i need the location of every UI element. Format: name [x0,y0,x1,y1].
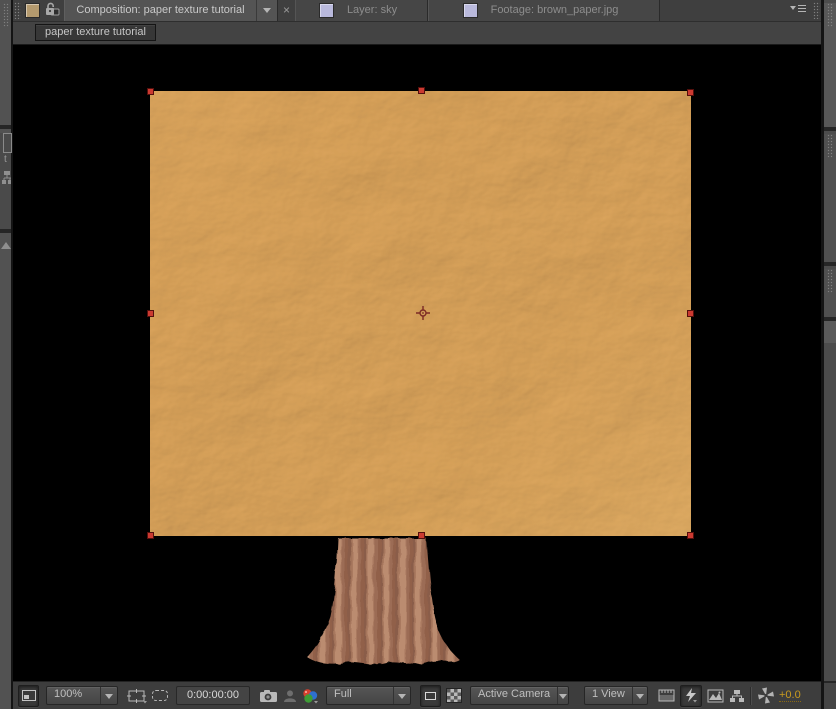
cropped-text-fragment: t [4,154,7,165]
tab-label: Layer: sky [346,4,398,17]
layer-anchor-point[interactable] [415,305,431,321]
viewer-tab-bar: Composition: paper texture tutorial × La… [13,0,821,22]
always-preview-button[interactable] [18,684,39,707]
tab-color-swatch-icon [462,2,478,18]
cropped-icon-fragment [3,133,12,153]
panel-grip-icon[interactable] [827,134,833,158]
exposure-value[interactable]: +0.0 [779,689,801,703]
selection-handle-bottom-center[interactable] [418,531,425,539]
selection-handle-bottom-right[interactable] [687,531,694,539]
flowchart-icon [0,170,11,186]
breadcrumb-comp-button[interactable]: paper texture tutorial [35,24,156,42]
view-layout-value: 1 View [592,688,625,701]
chevron-down-icon [263,8,271,17]
viewer-lock-icon[interactable] [44,2,60,19]
tab-layer-sky[interactable]: Layer: sky [295,0,429,21]
timeline-button[interactable] [707,686,724,706]
adjacent-panel-edge-right [821,0,836,709]
tab-footage-brown-paper[interactable]: Footage: brown_paper.jpg [428,0,661,21]
tab-label: Footage: brown_paper.jpg [490,4,619,17]
node-tree-icon [730,689,744,702]
panel-grip-icon[interactable] [827,3,833,27]
show-last-snapshot-button[interactable] [283,686,297,706]
camera-view-value: Active Camera [478,688,551,701]
region-of-interest-button[interactable] [420,684,441,707]
safe-zones-icon [127,688,147,704]
viewer-dropdown-button[interactable] [256,0,277,21]
chevron-down-icon [100,687,117,705]
checkerboard-icon [446,688,462,704]
viewer-toolbar: 100% 0:00:00:00 Full Active Camera 1 Vie… [13,681,821,709]
panel-grip-icon[interactable] [14,2,21,19]
camera-icon [260,689,277,702]
magnification-value: 100% [54,688,83,701]
tab-composition[interactable]: Composition: paper texture tutorial [64,0,278,21]
chevron-down-icon [631,687,647,705]
composition-panel: Composition: paper texture tutorial × La… [13,0,821,709]
fast-previews-button[interactable] [680,684,702,707]
chevron-down-icon [393,687,410,705]
composition-viewport[interactable] [13,44,821,682]
mask-visibility-button[interactable] [152,686,168,706]
channels-button[interactable] [301,686,319,706]
scroll-up-arrow-icon[interactable] [0,237,11,249]
tab-color-swatch-icon [318,2,334,18]
inner-rect-icon [425,691,436,700]
viewer-color-swatch-icon [25,2,40,18]
composition-navigator-bar: paper texture tutorial [13,21,821,45]
selection-handle-top-center[interactable] [418,86,425,94]
cardboard-trunk-layer[interactable] [300,536,465,668]
framed-photo-icon [707,689,724,703]
adjacent-panel-edge-left: t [0,0,13,709]
shutter-pinwheel-icon [758,687,774,704]
chevron-down-icon [557,687,568,705]
panel-menu-icon[interactable] [788,3,808,18]
dashed-rect-icon [152,690,168,702]
panel-grip-icon[interactable] [813,2,820,19]
panel-grip-icon[interactable] [827,269,833,293]
lightning-bolt-icon [686,688,697,703]
pixel-aspect-ratio-button[interactable] [658,686,675,706]
rgb-circles-icon [303,688,318,704]
selection-handle-top-right[interactable] [687,88,694,96]
transparency-grid-button[interactable] [446,686,462,706]
reset-exposure-button[interactable] [757,686,775,706]
resolution-dropdown[interactable]: Full [326,686,411,706]
film-strip-icon [658,689,675,702]
magnification-dropdown[interactable]: 100% [46,686,118,706]
view-layout-dropdown[interactable]: 1 View [584,686,648,706]
current-time-field[interactable]: 0:00:00:00 [176,686,250,706]
grid-guides-button[interactable] [127,686,148,706]
selection-handle-top-left[interactable] [147,87,154,95]
tab-label: Composition: paper texture tutorial [76,4,245,17]
panel-grip-icon[interactable] [2,3,9,27]
3d-view-dropdown[interactable]: Active Camera [470,686,569,706]
monitor-icon [21,690,36,702]
selection-handle-middle-left[interactable] [147,309,154,317]
selection-handle-middle-right[interactable] [687,309,694,317]
flowchart-button[interactable] [729,686,745,706]
person-icon [284,689,296,702]
resolution-value: Full [334,688,352,701]
ae-composition-screenshot: t Composition: paper texture tutorial × … [0,0,836,709]
snapshot-button[interactable] [259,686,278,706]
selection-handle-bottom-left[interactable] [147,531,154,539]
close-tab-icon[interactable]: × [278,4,295,16]
